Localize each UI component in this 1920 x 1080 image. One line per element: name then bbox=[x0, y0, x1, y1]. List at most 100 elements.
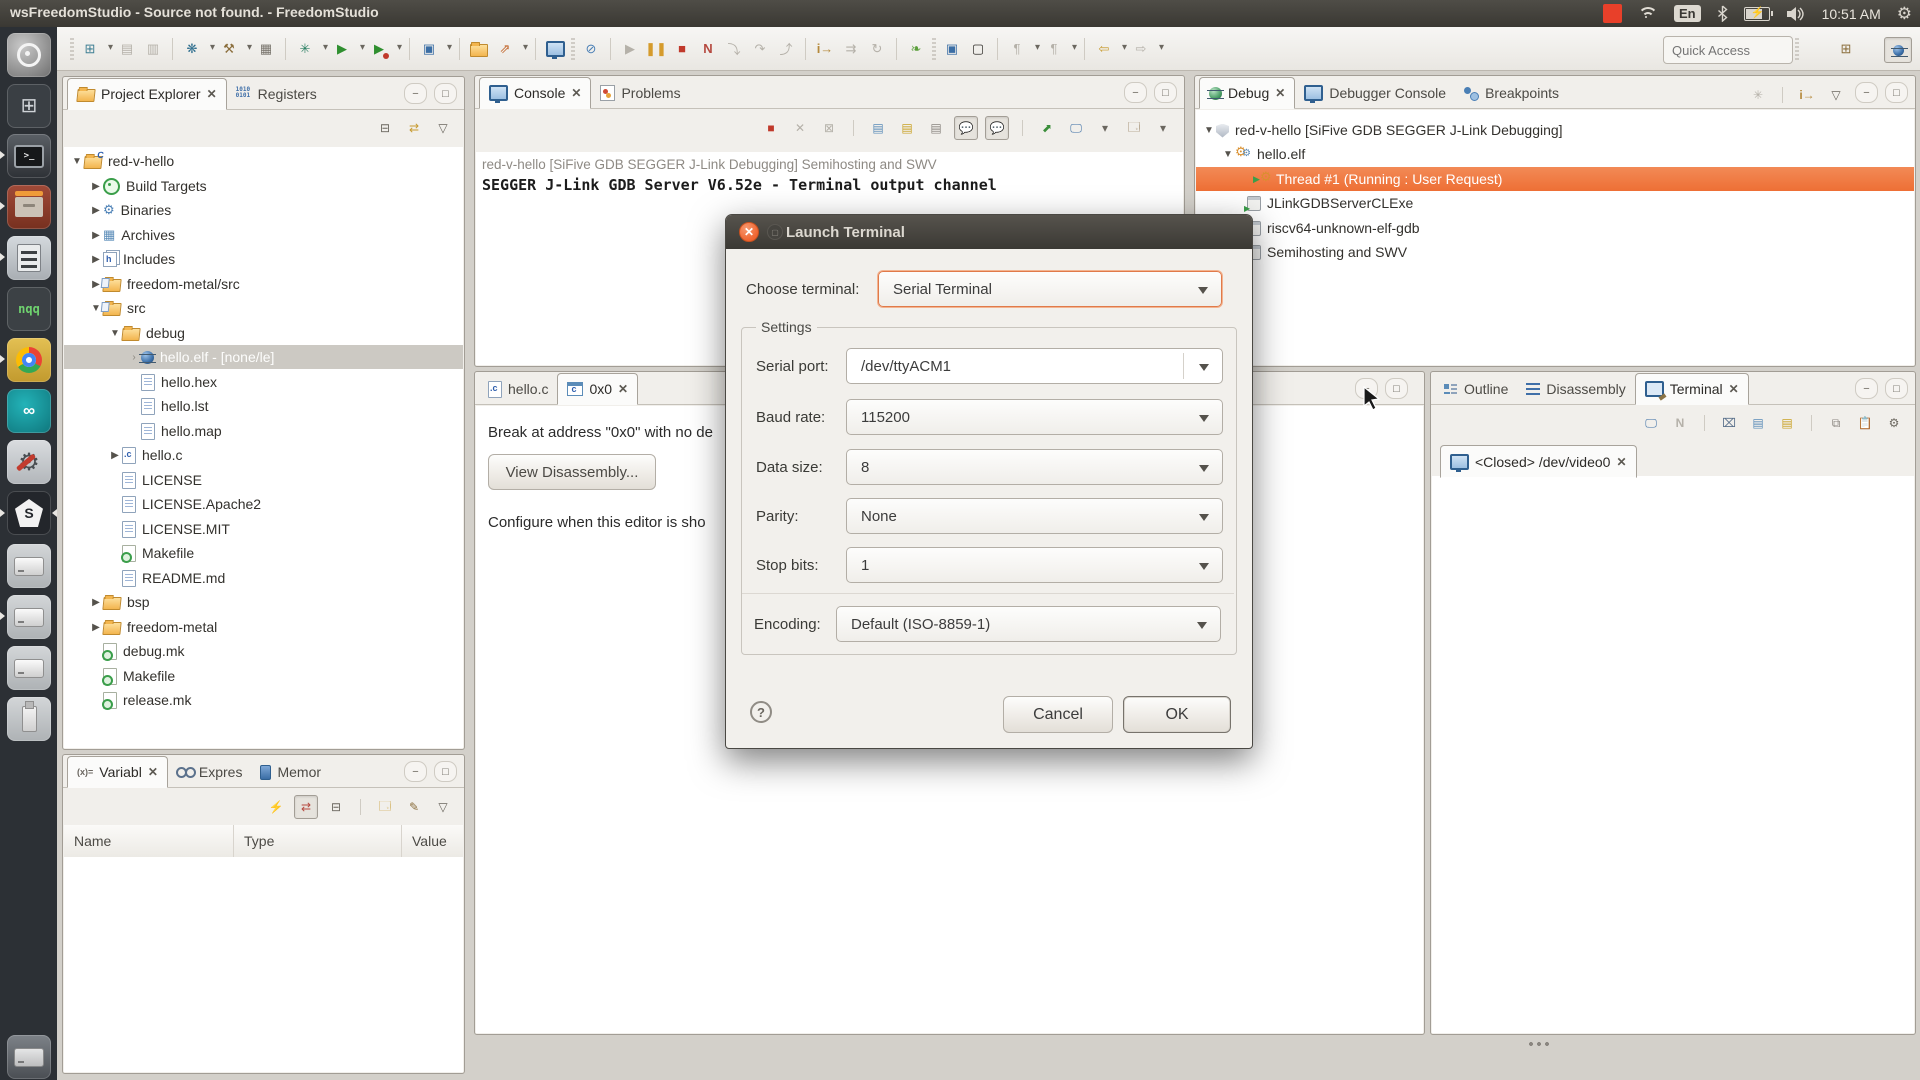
edit-watch-button[interactable]: ✎ bbox=[403, 796, 425, 818]
terminal-content[interactable] bbox=[1432, 476, 1914, 1033]
forward-history-button[interactable]: ⇨ bbox=[1129, 37, 1164, 61]
tree-item-freedom-metal-src[interactable]: ▶ freedom-metal/src bbox=[64, 272, 463, 296]
serial-port-combo[interactable]: /dev/ttyACM1 bbox=[846, 348, 1223, 384]
tree-item-release-mk[interactable]: release.mk bbox=[64, 688, 463, 712]
debug-process-jlink[interactable]: JLinkGDBServerCLExe bbox=[1196, 191, 1914, 215]
clear-console-button[interactable]: ▤ bbox=[867, 117, 889, 139]
hard-drive-icon[interactable] bbox=[7, 595, 51, 639]
tree-item-hello-map[interactable]: hello.map bbox=[64, 419, 463, 443]
open-log-button[interactable]: ⬈ bbox=[1036, 117, 1058, 139]
collapse-all-button[interactable]: ⊟ bbox=[325, 796, 347, 818]
tree-item-bsp[interactable]: ▶ bsp bbox=[64, 590, 463, 614]
close-icon[interactable]: ✕ bbox=[1275, 86, 1285, 100]
tree-item-license[interactable]: LICENSE bbox=[64, 468, 463, 492]
terminate-button[interactable]: ■ bbox=[670, 37, 694, 61]
pin-alt-button[interactable]: ¶ bbox=[1042, 37, 1078, 61]
terminal-session-tab[interactable]: <Closed> /dev/video0 ✕ bbox=[1440, 445, 1637, 478]
new-watch-button[interactable]: 🗔 bbox=[374, 796, 396, 818]
debug-launch-button[interactable]: ✳ bbox=[293, 37, 328, 61]
view-disassembly-button[interactable]: View Disassembly... bbox=[488, 454, 656, 490]
resume-button[interactable]: ▶ bbox=[618, 37, 642, 61]
tree-item-src[interactable]: ▼ src bbox=[64, 296, 463, 320]
tree-item-debug[interactable]: ▼ debug bbox=[64, 321, 463, 345]
arduino-app-icon[interactable]: ∞ bbox=[7, 389, 51, 433]
tab-terminal[interactable]: Terminal ✕ bbox=[1634, 373, 1749, 405]
build-button[interactable]: ⚒ bbox=[217, 37, 252, 61]
scroll-lock-button[interactable]: ▤ bbox=[896, 117, 918, 139]
flash-target-button[interactable]: ❋ bbox=[180, 37, 215, 61]
tab-0x0[interactable]: 0x0 ✕ bbox=[557, 373, 639, 405]
calculator-app-icon[interactable] bbox=[7, 236, 51, 280]
maximize-button[interactable]: □ bbox=[1154, 82, 1177, 103]
remove-launch-button[interactable]: ✕ bbox=[789, 117, 811, 139]
tree-item-license-mit[interactable]: LICENSE.MIT bbox=[64, 517, 463, 541]
volume-icon[interactable] bbox=[1786, 6, 1806, 22]
toggle-command-field-button[interactable]: ⌧ bbox=[1718, 412, 1740, 434]
clock[interactable]: 10:51 AM bbox=[1822, 6, 1881, 22]
tab-problems[interactable]: Problems bbox=[591, 78, 689, 108]
hard-drive-icon[interactable] bbox=[7, 544, 51, 588]
tab-console[interactable]: Console ✕ bbox=[479, 77, 592, 109]
show-logical-structure-button[interactable]: ⇄ bbox=[294, 795, 318, 819]
external-tools-button[interactable]: ▶ bbox=[367, 37, 402, 61]
minimize-button[interactable]: − bbox=[404, 83, 427, 104]
tab-debug[interactable]: Debug ✕ bbox=[1199, 77, 1296, 109]
bluetooth-icon[interactable] bbox=[1717, 5, 1728, 22]
tab-disassembly[interactable]: Disassembly bbox=[1517, 374, 1634, 404]
close-icon[interactable]: ✕ bbox=[618, 382, 628, 396]
tree-item-hello-lst[interactable]: hello.lst bbox=[64, 394, 463, 418]
launch-bar-button[interactable]: ⇗ bbox=[493, 37, 528, 61]
workspace-switcher-icon[interactable]: ⊞ bbox=[7, 84, 51, 128]
maximize-button[interactable]: □ bbox=[1385, 378, 1408, 399]
usb-drive-icon[interactable] bbox=[7, 697, 51, 741]
step-into-button[interactable]: ⤵ bbox=[722, 37, 746, 61]
tree-item-debug-mk[interactable]: debug.mk bbox=[64, 639, 463, 663]
pin-button[interactable]: ¶ bbox=[1005, 37, 1041, 61]
back-history-button[interactable]: ⇦ bbox=[1092, 37, 1127, 61]
tree-item-includes[interactable]: ▶Includes bbox=[64, 247, 463, 271]
tree-item-hello-hex[interactable]: hello.hex bbox=[64, 370, 463, 394]
step-over-button[interactable]: ↷ bbox=[748, 37, 772, 61]
close-icon[interactable]: ✕ bbox=[207, 87, 217, 101]
tree-item-archives[interactable]: ▶ ▦ Archives bbox=[64, 223, 463, 247]
sprobe-button[interactable]: ▣ bbox=[940, 37, 964, 61]
instruction-step-button[interactable]: i→ bbox=[813, 37, 837, 61]
terminal-app-icon[interactable]: >_ bbox=[7, 134, 51, 178]
tab-hello-c[interactable]: hello.c bbox=[479, 374, 557, 404]
tree-item-build-targets[interactable]: ▶ Build Targets bbox=[64, 174, 463, 198]
tab-registers[interactable]: 1010 0101 Registers bbox=[227, 79, 326, 109]
cancel-button[interactable]: Cancel bbox=[1003, 696, 1113, 733]
tree-item-makefile-root[interactable]: Makefile bbox=[64, 664, 463, 688]
tree-item-binaries[interactable]: ▶ ⚙ Binaries bbox=[64, 198, 463, 222]
display-console-button[interactable]: 🖵 bbox=[1065, 117, 1087, 139]
open-console-button[interactable] bbox=[543, 37, 567, 61]
binary-utils-button[interactable]: ▦ bbox=[254, 37, 278, 61]
session-gear-icon[interactable]: ⚙ bbox=[1897, 4, 1912, 24]
chrome-app-icon[interactable] bbox=[7, 338, 51, 382]
minimize-button[interactable]: − bbox=[404, 761, 427, 782]
notepadqq-app-icon[interactable]: nqq bbox=[7, 287, 51, 331]
encoding-select[interactable]: Default (ISO-8859-1) bbox=[836, 606, 1221, 642]
column-name[interactable]: Name bbox=[64, 825, 234, 857]
minimize-button[interactable]: − bbox=[1124, 82, 1147, 103]
freedomstudio-app-icon[interactable]: S bbox=[7, 491, 51, 535]
view-menu-button[interactable]: ▽ bbox=[432, 796, 454, 818]
parity-select[interactable]: None bbox=[846, 498, 1223, 534]
view-menu-button[interactable]: ▽ bbox=[432, 117, 454, 139]
tree-item-hello-elf[interactable]: › hello.elf - [none/le] bbox=[64, 345, 463, 369]
copy-button[interactable]: ⧉ bbox=[1825, 412, 1847, 434]
disconnect-button[interactable]: N bbox=[696, 37, 720, 61]
debug-target-item[interactable]: ▼hello.elf bbox=[1196, 142, 1914, 166]
maximize-button[interactable]: □ bbox=[434, 761, 457, 782]
help-button[interactable]: ? bbox=[750, 701, 772, 723]
remove-all-launches-button[interactable]: ⊠ bbox=[818, 117, 840, 139]
disconnect-terminal-button[interactable]: N bbox=[1669, 412, 1691, 434]
tab-memory[interactable]: Memor bbox=[251, 757, 330, 787]
tab-expressions[interactable]: Expres bbox=[168, 757, 252, 787]
open-folder-button[interactable] bbox=[467, 37, 491, 61]
minimize-button[interactable]: − bbox=[1855, 82, 1878, 103]
scroll-lock-terminal-button[interactable]: ▤ bbox=[1747, 412, 1769, 434]
tree-item-freedom-metal[interactable]: ▶ freedom-metal bbox=[64, 615, 463, 639]
run-launch-button[interactable]: ▶ bbox=[330, 37, 365, 61]
maximize-button[interactable]: □ bbox=[1885, 82, 1908, 103]
